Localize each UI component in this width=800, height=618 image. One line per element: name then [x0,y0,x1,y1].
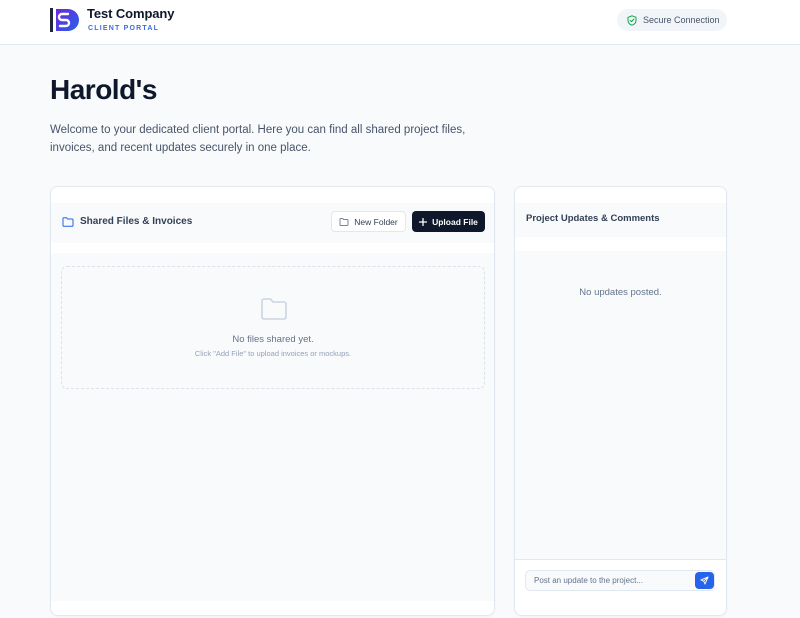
empty-files-title: No files shared yet. [232,334,314,345]
post-update-input[interactable] [525,570,715,591]
new-folder-button[interactable]: New Folder [331,211,406,232]
folder-icon [339,217,349,226]
page-description: Welcome to your dedicated client portal.… [50,124,466,154]
company-logo [50,6,80,34]
updates-composer [515,559,726,615]
folder-empty-icon [261,298,287,320]
page-title: Harold's [50,74,157,105]
files-panel-title: Shared Files & Invoices [80,216,193,227]
empty-updates-text: No updates posted. [579,287,662,298]
upload-file-button[interactable]: Upload File [412,211,485,232]
file-dropzone[interactable]: No files shared yet. Click "Add File" to… [61,266,485,389]
updates-panel-title: Project Updates & Comments [526,213,660,224]
folder-icon [62,216,74,227]
new-folder-label: New Folder [354,216,398,227]
plus-icon [419,217,428,226]
secure-connection-badge: Secure Connection [617,9,727,31]
company-name: Test Company [87,6,175,21]
files-panel-header: Shared Files & Invoices New Folder Uploa… [51,203,494,243]
upload-file-label: Upload File [432,216,478,227]
shared-files-panel: Shared Files & Invoices New Folder Uploa… [50,186,495,616]
project-updates-panel: Project Updates & Comments No updates po… [514,186,727,616]
shield-check-icon [627,14,637,26]
send-icon [700,576,709,585]
top-header: Test Company CLIENT PORTAL Secure Connec… [0,0,800,45]
portal-label: CLIENT PORTAL [88,25,160,32]
secure-label: Secure Connection [643,15,720,25]
send-update-button[interactable] [695,572,714,589]
empty-files-hint: Click "Add File" to upload invoices or m… [194,349,352,358]
